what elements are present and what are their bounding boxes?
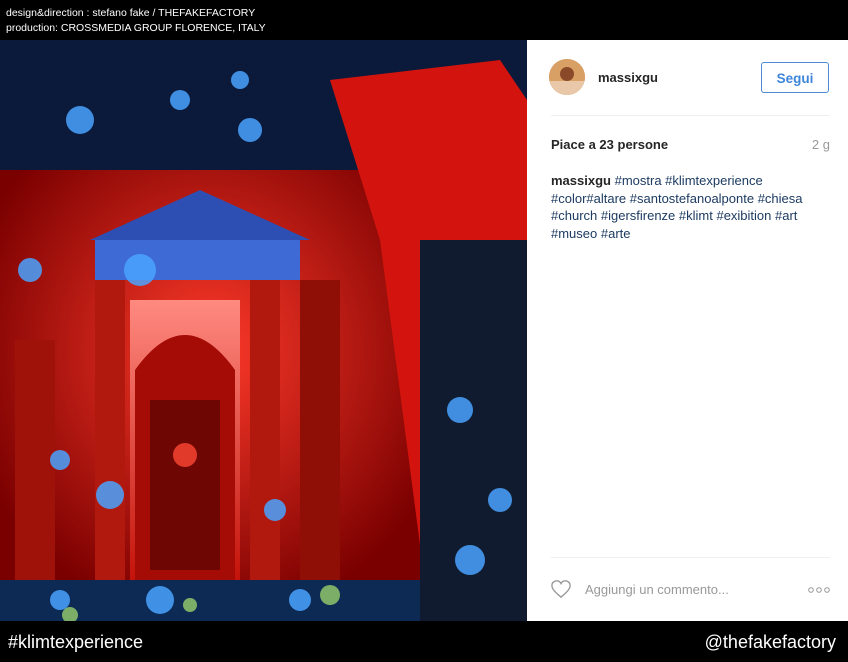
divider xyxy=(551,557,830,558)
credits: design&direction : stefano fake / THEFAK… xyxy=(6,6,266,36)
post-time: 2 g xyxy=(811,137,830,152)
username[interactable]: massixgu xyxy=(598,70,658,85)
heart-icon[interactable] xyxy=(550,579,572,599)
footer-handle: @thefakefactory xyxy=(704,632,836,652)
divider xyxy=(551,115,830,116)
post-photo[interactable] xyxy=(0,40,527,621)
comment-input[interactable]: Aggiungi un commento... xyxy=(585,582,729,597)
post-header: massixgu Segui xyxy=(527,40,848,115)
caption: massixgu #mostra #klimtexperience #color… xyxy=(551,172,821,242)
likes-count[interactable]: Piace a 23 persone xyxy=(551,137,668,152)
credits-design-line: design&direction : stefano fake / THEFAK… xyxy=(6,7,256,19)
follow-button[interactable]: Segui xyxy=(761,62,829,93)
post-details-panel: massixgu Segui Piace a 23 persone 2 g ma… xyxy=(527,40,848,621)
avatar[interactable] xyxy=(549,59,585,95)
footer-hashtag: #klimtexperience xyxy=(8,632,144,652)
credits-production-line: production: CROSSMEDIA GROUP FLORENCE, I… xyxy=(6,22,266,34)
more-options-icon[interactable] xyxy=(808,586,830,594)
caption-username[interactable]: massixgu xyxy=(551,173,611,188)
